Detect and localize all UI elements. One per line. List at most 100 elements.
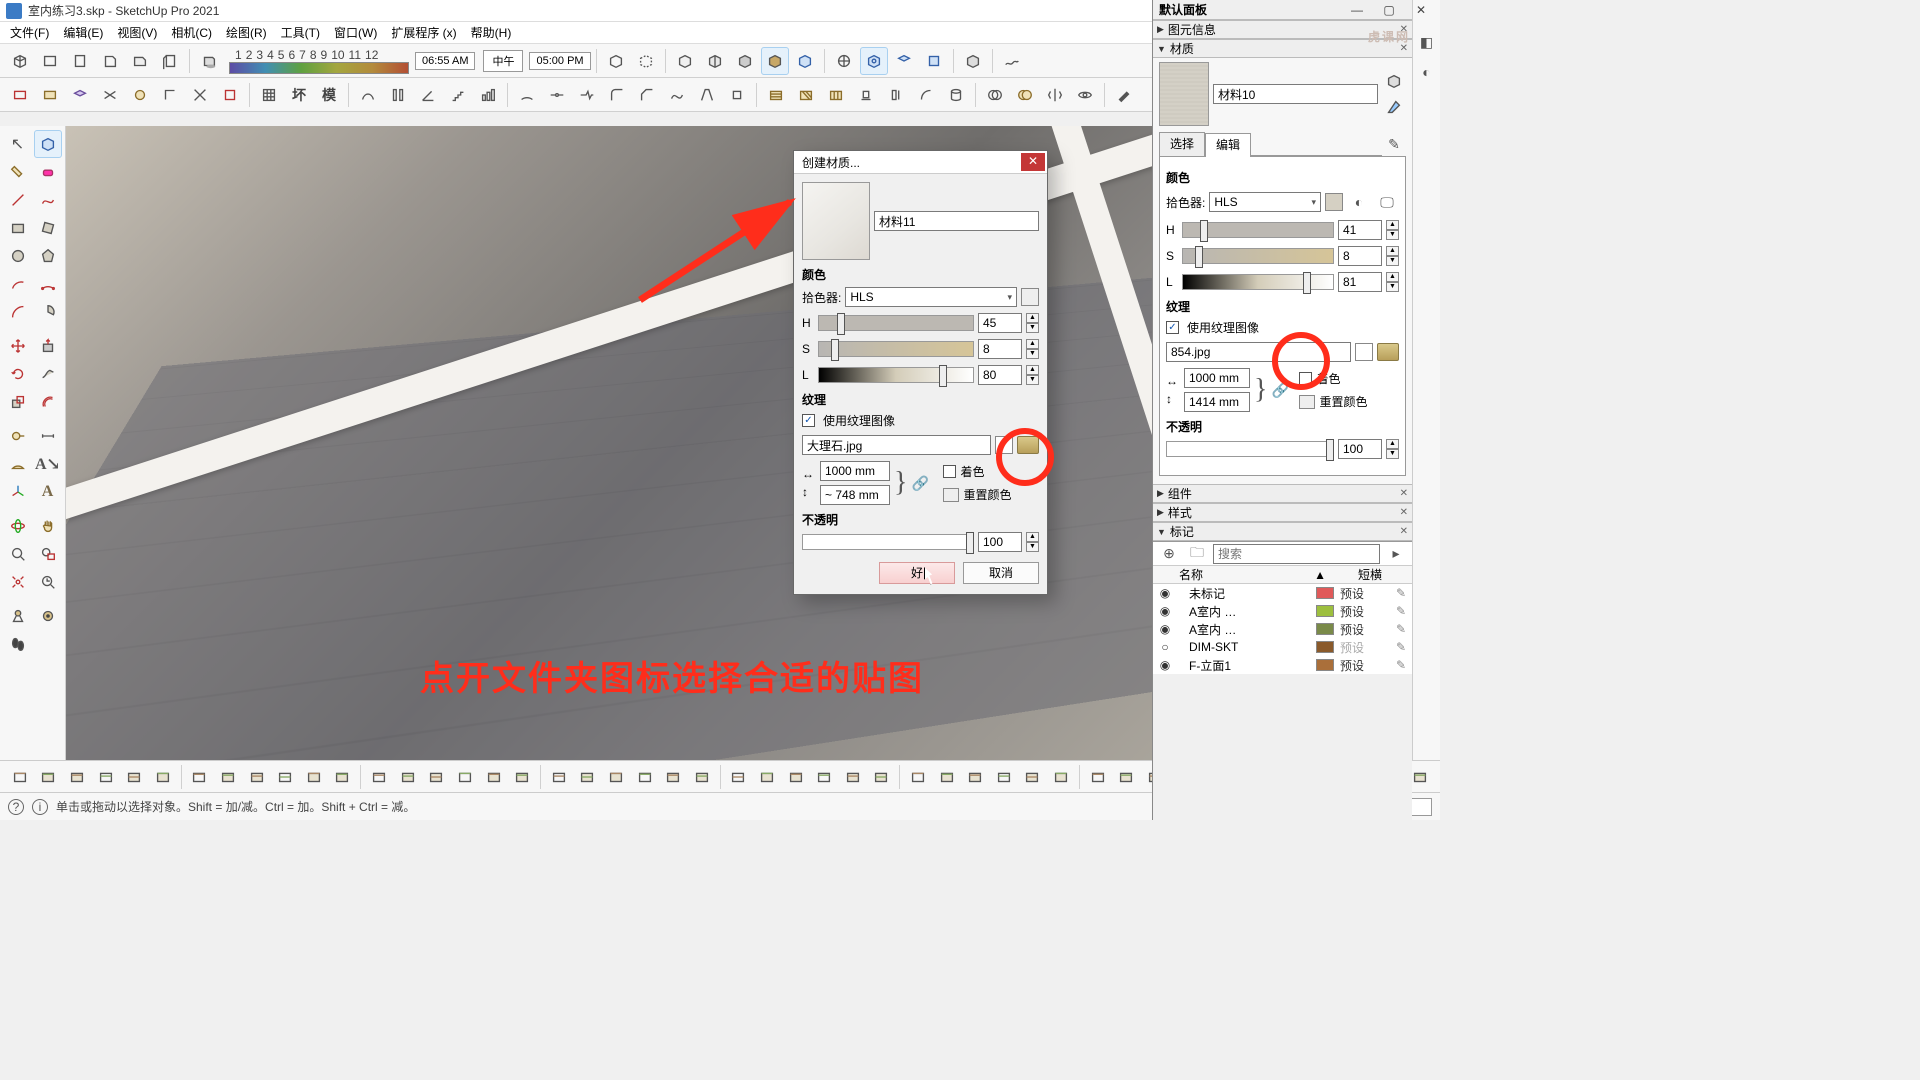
circle-tool-icon[interactable] — [4, 242, 32, 270]
style-xray-icon[interactable] — [791, 47, 819, 75]
tag-color-swatch[interactable] — [1316, 623, 1334, 635]
look-around-icon[interactable] — [34, 602, 62, 630]
mat-sat-slider[interactable] — [1182, 248, 1334, 264]
maximize-button[interactable]: ▢ — [1374, 2, 1404, 20]
text-tool-icon[interactable]: A↘ — [34, 450, 62, 478]
menu-window[interactable]: 窗口(W) — [328, 22, 383, 43]
rotrect-tool-icon[interactable] — [34, 214, 62, 242]
scale-tool-icon[interactable] — [4, 388, 32, 416]
tag-row[interactable]: ◉ A室内 … 预设 ✎ — [1153, 602, 1412, 620]
bottom-tool-25[interactable] — [753, 763, 781, 791]
extrude-icon[interactable] — [723, 81, 751, 109]
menu-file[interactable]: 文件(F) — [4, 22, 55, 43]
arc3pt-tool-icon[interactable] — [4, 298, 32, 326]
zoomwin-tool-icon[interactable] — [34, 540, 62, 568]
shadow-time-am[interactable]: 06:55 AM — [415, 52, 475, 70]
tag-folder-icon[interactable]: 🗀 — [1185, 542, 1209, 566]
followme-tool-icon[interactable] — [34, 360, 62, 388]
orbit-tool-icon[interactable] — [4, 512, 32, 540]
material-name-input[interactable] — [874, 211, 1039, 231]
use-texture-checkbox[interactable]: ✓ — [802, 414, 815, 427]
bottom-tool-8[interactable] — [243, 763, 271, 791]
fillet-icon[interactable] — [603, 81, 631, 109]
bottom-tool-1[interactable] — [35, 763, 63, 791]
boolean1-icon[interactable] — [981, 81, 1009, 109]
bevel-icon[interactable] — [693, 81, 721, 109]
right-view-icon[interactable] — [96, 47, 124, 75]
style-shaded-icon[interactable] — [671, 47, 699, 75]
hatch3-icon[interactable] — [822, 81, 850, 109]
mat-width-input[interactable]: 1000 mm — [1184, 368, 1250, 388]
bottom-tool-19[interactable] — [574, 763, 602, 791]
style-texture-icon[interactable] — [761, 47, 789, 75]
bottom-tool-20[interactable] — [602, 763, 630, 791]
dialog-close-button[interactable]: ✕ — [1021, 153, 1045, 171]
sat-value[interactable]: 8 — [978, 339, 1022, 359]
hatch1-icon[interactable] — [762, 81, 790, 109]
tag-edit-icon[interactable]: ✎ — [1396, 586, 1408, 600]
protractor-tool-icon[interactable] — [4, 450, 32, 478]
pan-tool-icon[interactable] — [34, 512, 62, 540]
plugin-5-icon[interactable] — [126, 81, 154, 109]
plugin-1-icon[interactable] — [6, 81, 34, 109]
arc2pt-tool-icon[interactable] — [34, 270, 62, 298]
add-tag-icon[interactable]: ⊕ — [1157, 542, 1181, 566]
lgt-value[interactable]: 80 — [978, 365, 1022, 385]
tag-visibility-icon[interactable]: ◉ — [1157, 622, 1173, 636]
tag-row[interactable]: ◉ A室内 … 预设 ✎ — [1153, 620, 1412, 638]
bottom-tool-2[interactable] — [63, 763, 91, 791]
bottom-tool-13[interactable] — [394, 763, 422, 791]
position-camera-icon[interactable] — [4, 602, 32, 630]
menu-help[interactable]: 帮助(H) — [465, 22, 518, 43]
minimize-button[interactable]: — — [1342, 2, 1372, 20]
close-button[interactable]: ✕ — [1406, 2, 1436, 20]
eyedropper-icon[interactable]: ✎ — [1382, 132, 1406, 156]
edge1-icon[interactable] — [852, 81, 880, 109]
sandbox-icon[interactable] — [998, 47, 1026, 75]
pie-tool-icon[interactable] — [34, 298, 62, 326]
offset-tool-icon[interactable] — [34, 388, 62, 416]
bottom-tool-31[interactable] — [933, 763, 961, 791]
mirror-icon[interactable] — [1041, 81, 1069, 109]
bottom-tool-32[interactable] — [961, 763, 989, 791]
plugin-grid1-icon[interactable] — [255, 81, 283, 109]
zoom-tool-icon[interactable] — [4, 540, 32, 568]
select-tool-icon[interactable]: ↖ — [4, 130, 32, 158]
tag-search-input[interactable] — [1213, 544, 1380, 564]
mat-color-wheel-icon[interactable]: ◐ — [1347, 190, 1371, 214]
paint-tool-icon[interactable] — [4, 158, 32, 186]
polygon-tool-icon[interactable] — [34, 242, 62, 270]
menu-tools[interactable]: 工具(T) — [275, 22, 326, 43]
mat-lgt-value[interactable]: 81 — [1338, 272, 1382, 292]
plugin-4-icon[interactable] — [96, 81, 124, 109]
section-fill-icon[interactable] — [920, 47, 948, 75]
bottom-tool-34[interactable] — [1019, 763, 1047, 791]
move-tool-icon[interactable] — [4, 332, 32, 360]
tag-edit-icon[interactable]: ✎ — [1396, 658, 1408, 672]
bottom-tool-4[interactable] — [120, 763, 148, 791]
tag-visibility-icon[interactable]: ◉ — [1157, 586, 1173, 600]
bottom-tool-28[interactable] — [839, 763, 867, 791]
section-display-icon[interactable] — [860, 47, 888, 75]
edge2-icon[interactable] — [882, 81, 910, 109]
bottom-tool-6[interactable] — [186, 763, 214, 791]
bottom-tool-26[interactable] — [782, 763, 810, 791]
zoomext-tool-icon[interactable] — [4, 568, 32, 596]
texture-file-input[interactable] — [802, 435, 991, 455]
hue-value[interactable]: 45 — [978, 313, 1022, 333]
mat-aspect-brace[interactable]: } — [1254, 380, 1267, 400]
mat-screen-picker-icon[interactable]: 🖵 — [1375, 190, 1399, 214]
plugin-6-icon[interactable] — [156, 81, 184, 109]
menu-extensions[interactable]: 扩展程序 (x) — [385, 22, 462, 43]
axes-tool-icon[interactable] — [4, 478, 32, 506]
sat-slider[interactable] — [818, 341, 974, 357]
bottom-tool-30[interactable] — [904, 763, 932, 791]
tab-select[interactable]: 选择 — [1159, 132, 1205, 156]
bottom-tool-36[interactable] — [1084, 763, 1112, 791]
opacity-spinner[interactable]: ▲▼ — [1026, 532, 1039, 552]
shape-icon[interactable] — [663, 81, 691, 109]
boolean2-icon[interactable] — [1011, 81, 1039, 109]
bottom-tool-22[interactable] — [659, 763, 687, 791]
mat-use-texture-checkbox[interactable]: ✓ — [1166, 321, 1179, 334]
aspect-lock-icon[interactable]: 🔗 — [911, 475, 929, 492]
